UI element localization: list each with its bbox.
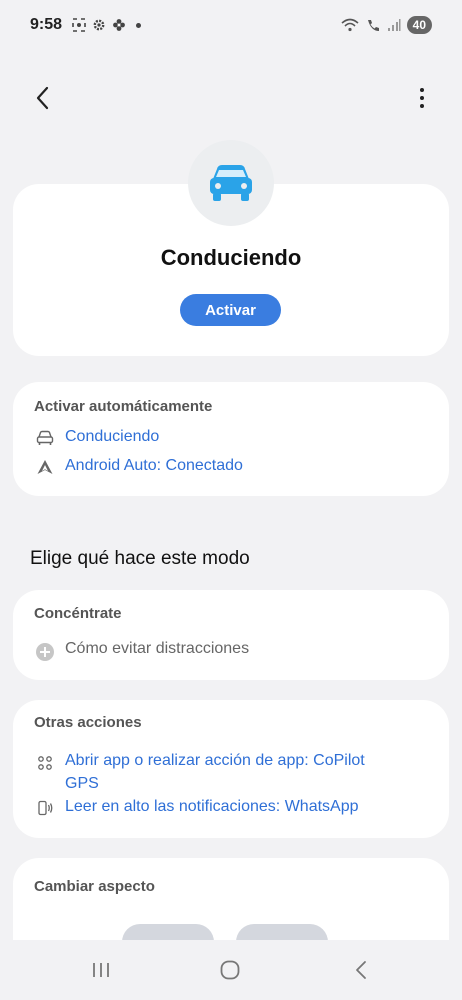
chevron-left-icon [356, 961, 366, 979]
signal-icon [387, 19, 401, 31]
focus-title: Concéntrate [34, 605, 122, 622]
open-app-action-label-line1: Abrir app o realizar acción de app: CoPi… [65, 752, 365, 769]
read-aloud-icon [38, 800, 53, 816]
mode-icon-badge [188, 140, 274, 226]
home-button[interactable] [217, 956, 243, 984]
wifi-call-icon [367, 20, 379, 31]
open-app-action-label-line2: GPS [65, 775, 99, 792]
settings-gear-icon [93, 19, 105, 31]
focus-card: Concéntrate Cómo evitar distracciones [13, 590, 449, 680]
screenshot-icon [72, 18, 86, 32]
other-actions-title: Otras acciones [34, 714, 142, 731]
more-dot-icon [420, 104, 424, 108]
home-icon [220, 960, 240, 980]
auto-activate-title: Activar automáticamente [34, 398, 213, 415]
trigger-driving-row[interactable]: Conduciendo [34, 428, 159, 446]
more-dot-icon [420, 88, 424, 92]
apps-icon [38, 756, 52, 770]
trigger-android-auto-label: Android Auto: Conectado [65, 457, 243, 474]
car-icon [210, 165, 252, 201]
add-circle-icon [36, 643, 54, 661]
recent-apps-icon [93, 963, 109, 977]
open-app-action-row[interactable]: Abrir app o realizar acción de app: CoPi… [34, 749, 365, 795]
car-outline-icon [36, 430, 54, 445]
activate-button[interactable]: Activar [180, 294, 281, 326]
read-notifications-action-row[interactable]: Leer en alto las notificaciones: WhatsAp… [34, 798, 359, 816]
trigger-driving-label: Conduciendo [65, 428, 160, 445]
section-heading: Elige qué hace este modo [30, 548, 250, 569]
avoid-distractions-row[interactable]: Cómo evitar distracciones [34, 640, 249, 662]
read-notifications-action-label: Leer en alto las notificaciones: WhatsAp… [65, 798, 359, 815]
avoid-distractions-label: Cómo evitar distracciones [65, 640, 250, 657]
trigger-android-auto-row[interactable]: Android Auto: Conectado [34, 457, 243, 475]
recent-apps-button[interactable] [88, 956, 114, 984]
appearance-title: Cambiar aspecto [34, 878, 155, 895]
android-auto-icon [37, 460, 53, 474]
status-time: 9:58 [30, 16, 63, 33]
chevron-left-icon [36, 86, 49, 110]
more-options-button[interactable] [412, 80, 432, 116]
other-actions-card: Otras acciones Abrir app o realizar acci… [13, 700, 449, 838]
more-dot-icon [420, 96, 424, 100]
back-button[interactable] [28, 80, 58, 116]
wifi-icon [341, 18, 359, 32]
notification-dot-icon [136, 22, 142, 28]
status-bar: 9:58 40 [0, 0, 462, 50]
battery-indicator: 40 [406, 16, 432, 34]
top-app-bar [0, 80, 462, 116]
flower-icon [113, 19, 125, 31]
mode-title: Conduciendo [160, 245, 302, 270]
auto-activate-card: Activar automáticamente Conduciendo Andr… [13, 382, 449, 496]
system-back-button[interactable] [348, 956, 374, 984]
